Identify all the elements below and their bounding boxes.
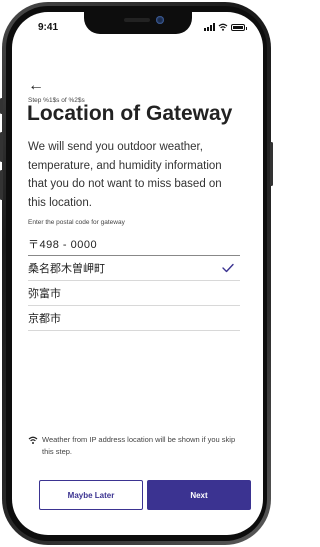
front-camera <box>156 16 164 24</box>
result-item[interactable]: 桑名郡木曽岬町 <box>28 256 240 281</box>
result-item-label: 京都市 <box>28 313 61 325</box>
speaker <box>124 18 150 22</box>
page-title: Location of Gateway <box>27 102 233 125</box>
maybe-later-button[interactable]: Maybe Later <box>39 480 143 510</box>
wifi-status-icon <box>218 23 228 31</box>
result-item-label: 弥富市 <box>28 288 61 300</box>
postal-results-list: 桑名郡木曽岬町 弥富市 京都市 <box>28 256 240 331</box>
battery-icon <box>231 23 247 31</box>
skip-notice-text: Weather from IP address location will be… <box>42 435 236 456</box>
postal-code-input[interactable]: 〒498 - 0000 <box>28 236 240 256</box>
postal-code-label: Enter the postal code for gateway <box>28 219 125 226</box>
checkmark-icon <box>222 263 234 273</box>
volume-up-button <box>0 132 3 162</box>
status-time: 9:41 <box>38 22 59 33</box>
power-button <box>270 142 273 186</box>
notch <box>84 12 192 34</box>
status-icons <box>204 23 247 31</box>
description-text: We will send you outdoor weather, temper… <box>28 141 222 209</box>
cellular-signal-icon <box>204 23 215 31</box>
back-arrow-icon[interactable]: ← <box>28 78 44 94</box>
postal-code-value: 〒498 - 0000 <box>28 239 98 251</box>
next-button[interactable]: Next <box>147 480 251 510</box>
result-item[interactable]: 京都市 <box>28 306 240 331</box>
side-button <box>0 98 3 114</box>
result-item-label: 桑名郡木曽岬町 <box>28 263 105 275</box>
wifi-icon <box>28 436 38 444</box>
result-item[interactable]: 弥富市 <box>28 281 240 306</box>
skip-notice: Weather from IP address location will be… <box>28 434 238 458</box>
volume-down-button <box>0 170 3 200</box>
